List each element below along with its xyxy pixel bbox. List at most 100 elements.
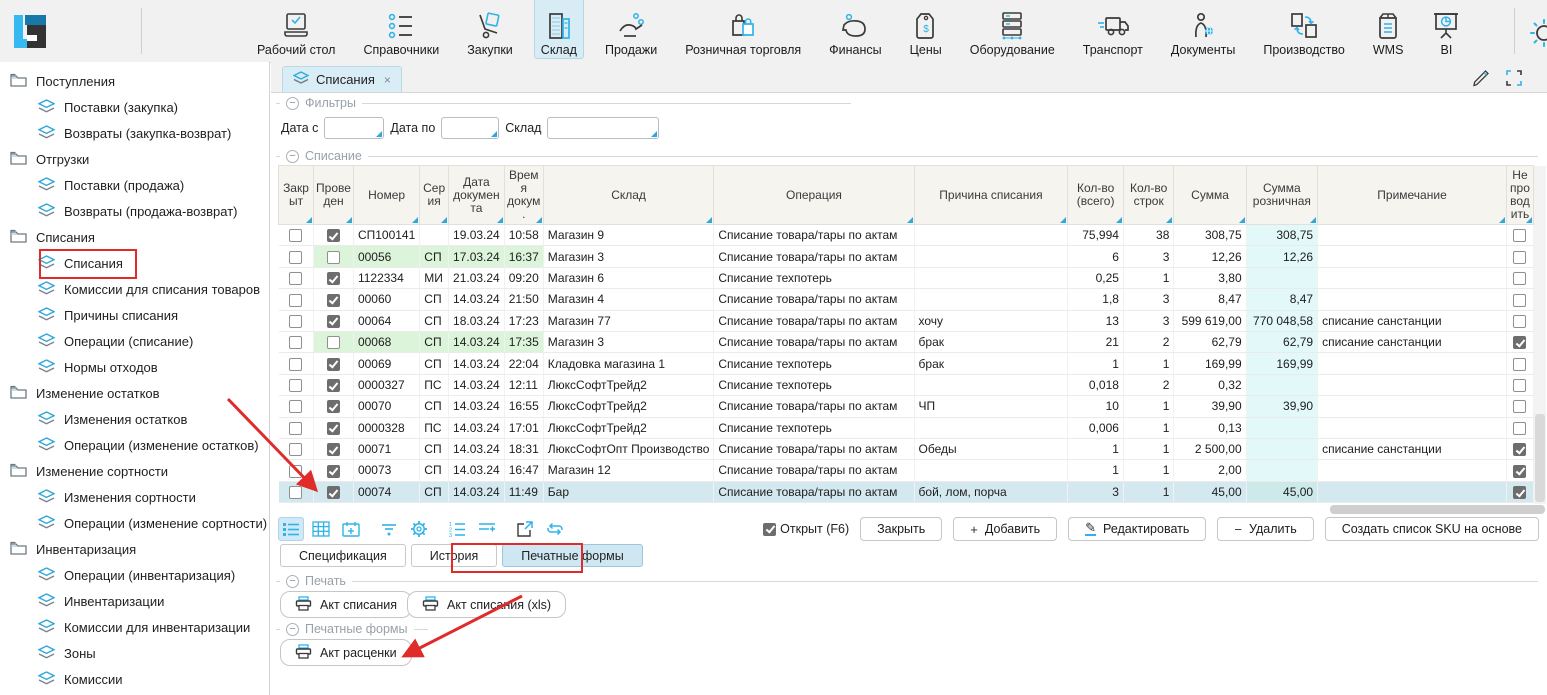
close-button[interactable]: Закрыть <box>860 517 942 541</box>
collapse-icon[interactable]: − <box>286 150 299 163</box>
cell-not_conduct[interactable] <box>1506 331 1533 352</box>
cell-not_conduct[interactable] <box>1506 289 1533 310</box>
create-sku-button[interactable]: Создать список SKU на основе <box>1325 517 1539 541</box>
tree-folder-инвентаризация[interactable]: Инвентаризация <box>0 536 269 562</box>
cell-proven[interactable] <box>314 417 354 438</box>
column-header-time[interactable]: Время докум. <box>504 166 543 225</box>
cell-proven[interactable] <box>314 246 354 267</box>
column-header-number[interactable]: Номер <box>353 166 419 225</box>
tree-item-операции-изменение-сортности-[interactable]: Операции (изменение сортности) <box>0 510 269 536</box>
toolbar-item-prices[interactable]: $ Цены <box>903 0 949 59</box>
tree-item-операции-инвентаризация-[interactable]: Операции (инвентаризация) <box>0 562 269 588</box>
cell-not_conduct[interactable] <box>1506 460 1533 481</box>
table-row[interactable]: 00064СП18.03.2417:23Магазин 77Списание т… <box>279 310 1534 331</box>
tree-item-инвентаризации[interactable]: Инвентаризации <box>0 588 269 614</box>
column-header-qty_lines[interactable]: Кол-во строк <box>1123 166 1173 225</box>
closed-checkbox[interactable] <box>289 443 302 456</box>
column-header-operation[interactable]: Операция <box>714 166 914 225</box>
cell-not_conduct[interactable] <box>1506 417 1533 438</box>
table-row[interactable]: 00068СП14.03.2417:35Магазин 3Списание то… <box>279 331 1534 352</box>
open-checkbox-box[interactable] <box>763 523 776 536</box>
closed-checkbox[interactable] <box>289 336 302 349</box>
column-header-closed[interactable]: Закрыт <box>279 166 314 225</box>
cell-proven[interactable] <box>314 481 354 502</box>
table-row[interactable]: 00069СП14.03.2422:04Кладовка магазина 1С… <box>279 353 1534 374</box>
cell-proven[interactable] <box>314 438 354 459</box>
add-lines-icon[interactable] <box>474 517 500 541</box>
not_conduct-checkbox[interactable] <box>1513 400 1526 413</box>
view-calendar-icon[interactable] <box>338 517 364 541</box>
proven-checkbox[interactable] <box>327 315 340 328</box>
cell-not_conduct[interactable] <box>1506 481 1533 502</box>
tree-item-списания[interactable]: Списания <box>0 250 269 276</box>
toolbar-item-purchases[interactable]: Закупки <box>460 0 520 59</box>
horizontal-scrollbar[interactable] <box>1330 505 1545 514</box>
tree-item-зоны[interactable]: Зоны <box>0 640 269 666</box>
tree-item-операции-изменение-остатков-[interactable]: Операции (изменение остатков) <box>0 432 269 458</box>
closed-checkbox[interactable] <box>289 294 302 307</box>
cell-not_conduct[interactable] <box>1506 353 1533 374</box>
proven-checkbox[interactable] <box>327 229 340 242</box>
table-row[interactable]: 00056СП17.03.2416:37Магазин 3Списание то… <box>279 246 1534 267</box>
column-header-not_conduct[interactable]: Не проводить <box>1506 166 1533 225</box>
toolbar-item-wms[interactable]: WMS <box>1366 0 1411 59</box>
cell-not_conduct[interactable] <box>1506 267 1533 288</box>
closed-checkbox[interactable] <box>289 358 302 371</box>
edit-pencil-icon[interactable] <box>1470 67 1492 94</box>
collapse-icon[interactable]: − <box>286 575 299 588</box>
toolbar-item-transport[interactable]: Транспорт <box>1076 0 1150 59</box>
column-header-proven[interactable]: Проведен <box>314 166 354 225</box>
vertical-scrollbar[interactable] <box>1534 166 1546 504</box>
closed-checkbox[interactable] <box>289 486 302 499</box>
toolbar-item-warehouse[interactable]: Склад <box>534 0 584 59</box>
cell-closed[interactable] <box>279 246 314 267</box>
proven-checkbox[interactable] <box>327 272 340 285</box>
tab-spisaniya[interactable]: Списания × <box>282 66 402 92</box>
closed-checkbox[interactable] <box>289 379 302 392</box>
cell-closed[interactable] <box>279 353 314 374</box>
toolbar-item-directories[interactable]: Справочники <box>356 0 446 59</box>
date-to-input[interactable] <box>441 117 499 139</box>
cell-closed[interactable] <box>279 438 314 459</box>
cell-closed[interactable] <box>279 289 314 310</box>
column-header-note[interactable]: Примечание <box>1318 166 1507 225</box>
not_conduct-checkbox[interactable] <box>1513 229 1526 242</box>
proven-checkbox[interactable] <box>327 336 340 349</box>
tree-item-нормы-отходов[interactable]: Нормы отходов <box>0 354 269 380</box>
table-row[interactable]: СП10014119.03.2410:58Магазин 9Списание т… <box>279 225 1534 246</box>
detail-tab-история[interactable]: История <box>411 544 497 567</box>
toolbar-item-sales[interactable]: Продажи <box>598 0 664 59</box>
tree-folder-списания[interactable]: Списания <box>0 224 269 250</box>
proven-checkbox[interactable] <box>327 358 340 371</box>
proven-checkbox[interactable] <box>327 294 340 307</box>
reload-icon[interactable] <box>542 517 568 541</box>
not_conduct-checkbox[interactable] <box>1513 443 1526 456</box>
cell-closed[interactable] <box>279 331 314 352</box>
tree-item-изменения-сортности[interactable]: Изменения сортности <box>0 484 269 510</box>
closed-checkbox[interactable] <box>289 315 302 328</box>
tree-item-комиссии[interactable]: Комиссии <box>0 666 269 692</box>
theme-sun-icon[interactable] <box>1529 18 1547 48</box>
cell-not_conduct[interactable] <box>1506 438 1533 459</box>
edit-button[interactable]: ✎ Редактировать <box>1068 517 1206 541</box>
table-row[interactable]: 0000327ПС14.03.2412:11ЛюксСофтТрейд2Спис… <box>279 374 1534 395</box>
cell-closed[interactable] <box>279 310 314 331</box>
toolbar-item-finance[interactable]: Финансы <box>822 0 888 59</box>
proven-checkbox[interactable] <box>327 251 340 264</box>
toolbar-item-production[interactable]: Производство <box>1256 0 1352 59</box>
cell-proven[interactable] <box>314 374 354 395</box>
closed-checkbox[interactable] <box>289 272 302 285</box>
table-row[interactable]: 00060СП14.03.2421:50Магазин 4Списание то… <box>279 289 1534 310</box>
collapse-icon[interactable]: − <box>286 623 299 636</box>
cell-not_conduct[interactable] <box>1506 246 1533 267</box>
not_conduct-checkbox[interactable] <box>1513 336 1526 349</box>
not_conduct-checkbox[interactable] <box>1513 315 1526 328</box>
closed-checkbox[interactable] <box>289 465 302 478</box>
cell-closed[interactable] <box>279 396 314 417</box>
tree-item-поставки-закупка-[interactable]: Поставки (закупка) <box>0 94 269 120</box>
toolbar-item-retail[interactable]: Розничная торговля <box>678 0 808 59</box>
closed-checkbox[interactable] <box>289 422 302 435</box>
proven-checkbox[interactable] <box>327 422 340 435</box>
print-group-header[interactable]: − Печать <box>276 574 1538 588</box>
table-row[interactable]: 0000328ПС14.03.2417:01ЛюксСофтТрейд2Спис… <box>279 417 1534 438</box>
